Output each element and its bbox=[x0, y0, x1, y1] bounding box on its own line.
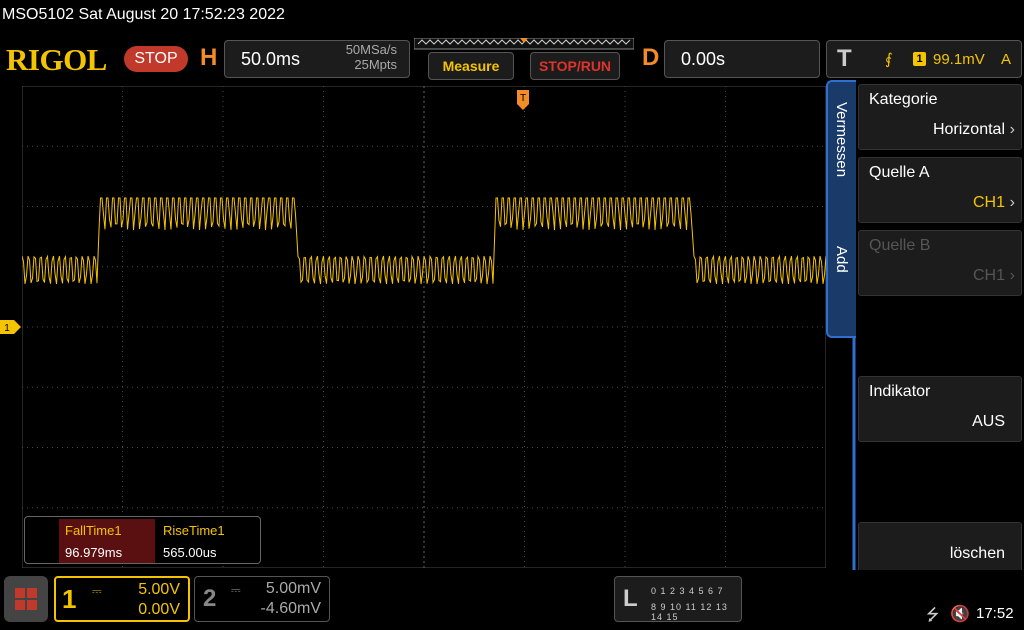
run-state-badge[interactable]: STOP bbox=[124, 46, 188, 72]
acquisition-info: 50MSa/s 25Mpts bbox=[346, 42, 397, 72]
softkey-quelle-b: Quelle B CH1 › bbox=[858, 230, 1022, 296]
tab-add[interactable]: Add bbox=[833, 246, 850, 273]
measurement-value: 565.00us bbox=[163, 545, 217, 560]
chevron-right-icon: › bbox=[1009, 267, 1015, 284]
svg-text:1: 1 bbox=[4, 323, 10, 334]
dc-coupling-icon: ⎓ bbox=[92, 584, 102, 598]
channel-number: 1 bbox=[62, 584, 77, 614]
logic-label: L bbox=[623, 585, 638, 612]
logic-channels-row1: 0 1 2 3 4 5 6 7 bbox=[651, 586, 724, 596]
channel-2-box[interactable]: 2 ⎓ 5.00mV -4.60mV bbox=[194, 576, 330, 622]
softkey-value: CH1 bbox=[972, 267, 1005, 284]
trigger-level: 99.1mV bbox=[933, 51, 985, 68]
channel-1-box[interactable]: 1 ⎓ 5.00V 0.00V bbox=[54, 576, 190, 622]
softkey-quelle-a[interactable]: Quelle A CH1 › bbox=[858, 157, 1022, 223]
softkey-indikator[interactable]: Indikator AUS bbox=[858, 376, 1022, 442]
softkey-value: Horizontal bbox=[932, 121, 1005, 138]
waveform-display[interactable] bbox=[22, 86, 826, 568]
status-title: MSO5102 Sat August 20 17:52:23 2022 bbox=[0, 0, 1024, 32]
measurement-name: FallTime1 bbox=[65, 523, 122, 538]
horizontal-timebase-box[interactable]: 50.0ms 50MSa/s 25Mpts bbox=[224, 40, 410, 78]
channel-offset: -4.60mV bbox=[260, 600, 321, 617]
channel-scale: 5.00V bbox=[138, 581, 180, 598]
delay-label[interactable]: D bbox=[642, 44, 659, 72]
trigger-label: T bbox=[837, 45, 852, 72]
trigger-position-marker[interactable]: T bbox=[516, 90, 530, 110]
logic-channels-row2: 8 9 10 11 12 13 14 15 bbox=[651, 602, 728, 622]
memory-position-strip bbox=[414, 38, 634, 50]
channel-number: 2 bbox=[203, 585, 217, 612]
softkey-title: Kategorie bbox=[869, 91, 938, 108]
side-menu-tab[interactable]: Vermessen Add bbox=[826, 80, 856, 338]
chevron-right-icon: › bbox=[1009, 194, 1015, 211]
memory-depth: 25Mpts bbox=[354, 57, 397, 72]
measure-button[interactable]: Measure bbox=[428, 52, 514, 80]
softkey-title: Quelle A bbox=[869, 164, 930, 181]
dc-coupling-icon: ⎓ bbox=[231, 583, 241, 597]
softkey-title: Quelle B bbox=[869, 237, 931, 254]
svg-text:T: T bbox=[520, 93, 526, 104]
speaker-muted-icon[interactable]: 🔇 bbox=[950, 604, 970, 624]
measurement-name: RiseTime1 bbox=[163, 523, 225, 538]
chevron-right-icon: › bbox=[1009, 121, 1015, 138]
softkey-kategorie[interactable]: Kategorie Horizontal › bbox=[858, 84, 1022, 150]
clock-time: 17:52 bbox=[976, 605, 1014, 622]
channel-scale: 5.00mV bbox=[265, 580, 321, 597]
rigol-logo: RIGOL bbox=[6, 42, 107, 77]
trigger-source-badge: 1 bbox=[913, 52, 926, 66]
channel-offset: 0.00V bbox=[138, 601, 180, 618]
softkey-value: löschen bbox=[949, 545, 1005, 562]
delay-box[interactable]: 0.00s bbox=[664, 40, 820, 78]
tab-vermessen[interactable]: Vermessen bbox=[833, 102, 850, 177]
grid-menu-icon bbox=[15, 588, 37, 610]
sample-rate: 50MSa/s bbox=[345, 42, 397, 57]
delay-value: 0.00s bbox=[681, 49, 726, 69]
softkey-value: AUS bbox=[972, 413, 1005, 430]
timebase-value: 50.0ms bbox=[241, 49, 301, 69]
measurement-results-panel[interactable]: FallTime1 96.979ms RiseTime1 565.00us bbox=[24, 516, 261, 564]
trigger-mode: A bbox=[1001, 51, 1012, 68]
main-menu-button[interactable] bbox=[4, 576, 48, 622]
ch1-offset-marker[interactable]: 1 bbox=[0, 320, 21, 334]
softkey-value: CH1 bbox=[972, 194, 1005, 211]
measurement-falltime: FallTime1 96.979ms bbox=[59, 519, 155, 563]
measurement-risetime: RiseTime1 565.00us bbox=[157, 519, 259, 563]
stop-run-button[interactable]: STOP/RUN bbox=[530, 52, 620, 80]
trigger-box[interactable]: T ⨐ 1 99.1mV A bbox=[826, 40, 1022, 78]
usb-icon: ⭍ bbox=[926, 607, 940, 624]
softkey-title: Indikator bbox=[869, 383, 931, 400]
rising-edge-icon: ⨐ bbox=[885, 51, 893, 68]
horizontal-label[interactable]: H bbox=[200, 44, 217, 72]
measurement-value: 96.979ms bbox=[65, 545, 123, 560]
logic-analyzer-box[interactable]: L 0 1 2 3 4 5 6 7 8 9 10 11 12 13 14 15 bbox=[614, 576, 742, 622]
